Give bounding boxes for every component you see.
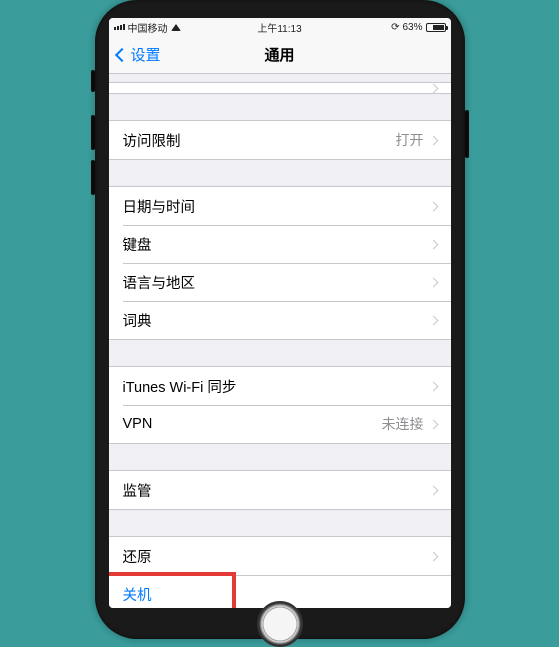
back-label: 设置	[131, 44, 161, 65]
group-partial-top	[109, 82, 451, 94]
phone-frame: 中国移动 上午11:13 ⟳ 63% 设置 通用	[95, 0, 465, 639]
battery-pct: 63%	[402, 22, 422, 33]
page-title: 通用	[264, 44, 294, 65]
power-button	[465, 110, 469, 158]
row-label: 监管	[123, 480, 152, 501]
row-vpn[interactable]: VPN 未连接	[109, 405, 451, 443]
wifi-icon	[171, 24, 181, 31]
row-label: 语言与地区	[123, 272, 196, 293]
volume-up	[91, 115, 95, 150]
chevron-right-icon	[428, 135, 438, 145]
chevron-left-icon	[114, 47, 128, 61]
mute-switch	[91, 70, 95, 92]
chevron-right-icon	[428, 485, 438, 495]
row-value: 打开	[396, 130, 424, 150]
status-left: 中国移动	[114, 20, 181, 35]
row-value: 未连接	[382, 414, 424, 434]
group-datetime: 日期与时间 键盘 语言与地区 词典	[109, 186, 451, 340]
row-label: VPN	[123, 416, 153, 432]
carrier-label: 中国移动	[128, 20, 168, 35]
back-button[interactable]: 设置	[117, 44, 161, 65]
row-keyboard[interactable]: 键盘	[109, 225, 451, 263]
chevron-right-icon	[428, 315, 438, 325]
status-time: 上午11:13	[257, 20, 301, 35]
row-label: 访问限制	[123, 130, 181, 151]
row-language[interactable]: 语言与地区	[109, 263, 451, 301]
group-sync: iTunes Wi-Fi 同步 VPN 未连接	[109, 366, 451, 444]
battery-icon	[426, 23, 446, 32]
status-bar: 中国移动 上午11:13 ⟳ 63%	[109, 18, 451, 36]
row-label: 还原	[123, 546, 152, 567]
row-regulatory[interactable]: 监管	[109, 471, 451, 509]
home-button[interactable]	[257, 601, 303, 647]
row-reset[interactable]: 还原	[109, 537, 451, 575]
row-truncated[interactable]	[109, 83, 451, 93]
chevron-right-icon	[428, 83, 438, 93]
row-dictionary[interactable]: 词典	[109, 301, 451, 339]
row-label: 关机	[123, 584, 152, 605]
chevron-right-icon	[428, 239, 438, 249]
chevron-right-icon	[428, 419, 438, 429]
group-regulatory: 监管	[109, 470, 451, 510]
row-datetime[interactable]: 日期与时间	[109, 187, 451, 225]
chevron-right-icon	[428, 381, 438, 391]
row-label: 日期与时间	[123, 196, 196, 217]
nav-bar: 设置 通用	[109, 36, 451, 74]
signal-icon	[114, 24, 125, 30]
group-reset: 还原 关机	[109, 536, 451, 608]
chevron-right-icon	[428, 201, 438, 211]
row-itunes-wifi[interactable]: iTunes Wi-Fi 同步	[109, 367, 451, 405]
screen: 中国移动 上午11:13 ⟳ 63% 设置 通用	[109, 18, 451, 608]
row-restrictions[interactable]: 访问限制 打开	[109, 121, 451, 159]
group-restrictions: 访问限制 打开	[109, 120, 451, 160]
chevron-right-icon	[428, 277, 438, 287]
settings-list[interactable]: 访问限制 打开 日期与时间 键盘 语言与地区	[109, 74, 451, 608]
status-right: ⟳ 63%	[391, 22, 445, 33]
orientation-lock-icon: ⟳	[391, 22, 399, 33]
row-label: iTunes Wi-Fi 同步	[123, 376, 237, 397]
chevron-right-icon	[428, 551, 438, 561]
row-label: 键盘	[123, 234, 152, 255]
row-label: 词典	[123, 310, 152, 331]
volume-down	[91, 160, 95, 195]
